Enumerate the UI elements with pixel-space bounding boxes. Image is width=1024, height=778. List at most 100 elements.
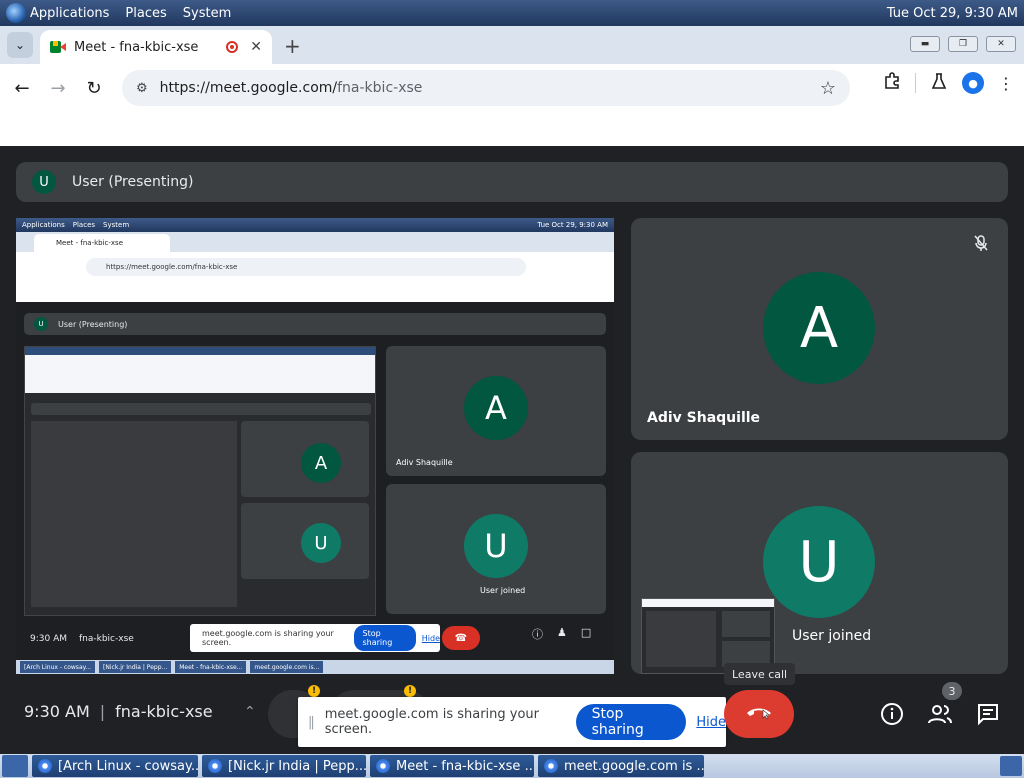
chrome-icon [38, 759, 52, 773]
window-controls: ▬ ❐ ✕ [910, 36, 1016, 52]
browser-tab-strip: ⌄ Meet - fna-kbic-xse ✕ + ▬ ❐ ✕ [0, 26, 1024, 64]
participant-name-user: User joined [792, 628, 872, 644]
shared-tile-adiv: A Adiv Shaquille [386, 346, 606, 476]
shared-info-icon: ⓘ [532, 628, 543, 641]
shared-url: https://meet.google.com/fna-kbic-xse [86, 258, 526, 276]
shared-stop-label: Stop sharing [354, 625, 416, 651]
shared-taskbar: [Arch Linux - cowsay... [Nick.jr India |… [16, 660, 614, 674]
people-icon[interactable] [926, 700, 954, 728]
shared-people-icon: ♟ [557, 626, 567, 639]
people-count-badge: 3 [942, 682, 962, 700]
recording-indicator-icon [226, 41, 239, 53]
leave-call-tooltip: Leave call [724, 663, 796, 685]
participant-name-adiv: Adiv Shaquille [647, 410, 761, 426]
shared-taskbar-item: [Arch Linux - cowsay... [20, 661, 96, 673]
presenting-bar: U User (Presenting) [16, 162, 1008, 202]
chrome-menu-kebab-icon[interactable]: ⋮ [998, 74, 1014, 93]
taskbar-item-sharing[interactable]: meet.google.com is ... [538, 755, 704, 777]
menu-applications[interactable]: Applications [30, 6, 109, 21]
shared-browser-chrome: Meet - fna-kbic-xse https://meet.google.… [16, 232, 614, 302]
chat-icon[interactable] [974, 700, 1002, 728]
url-path: fna-kbic-xse [337, 80, 423, 96]
reload-icon[interactable]: ↻ [76, 70, 112, 106]
shared-banner-text: meet.google.com is sharing your screen. [202, 629, 334, 647]
shared-avatar-a: A [464, 376, 528, 440]
nested-avatar-u: U [301, 523, 341, 563]
leave-call-button[interactable] [724, 690, 794, 738]
shared-taskbar-item: Meet - fna-kbic-xse... [175, 661, 247, 673]
nested-shared-screen: A U [24, 346, 376, 616]
show-desktop-icon[interactable] [2, 755, 28, 777]
toolbar-separator [915, 73, 916, 93]
tab-meet[interactable]: Meet - fna-kbic-xse ✕ [40, 30, 272, 64]
shared-right-controls: ⓘ ♟ □ [532, 626, 591, 642]
camera-warning-icon: ! [404, 685, 416, 697]
presenter-avatar: U [32, 170, 56, 194]
shared-tab-title: Meet - fna-kbic-xse [34, 234, 170, 252]
participant-avatar-a: A [763, 272, 875, 384]
new-tab-button[interactable]: + [284, 34, 301, 58]
tab-search-chevron-icon[interactable]: ⌄ [7, 32, 33, 58]
tab-close-icon[interactable]: ✕ [250, 39, 262, 55]
profile-avatar-icon[interactable]: ● [962, 72, 984, 94]
distro-logo-icon[interactable] [6, 3, 26, 23]
shared-name-user: User joined [480, 586, 526, 595]
details-separator: | [99, 702, 106, 721]
shared-leave-icon: ☎ [442, 626, 480, 650]
desktop-top-panel: Applications Places System Tue Oct 29, 9… [0, 0, 1024, 26]
panel-clock[interactable]: Tue Oct 29, 9:30 AM [887, 6, 1018, 21]
shared-share-banner: meet.google.com is sharing your screen. … [190, 624, 440, 652]
chrome-icon [208, 759, 222, 773]
meeting-info-icon[interactable] [878, 700, 906, 728]
shared-taskbar-item: [Nick.jr India | Pepp... [99, 661, 172, 673]
shared-screen-view[interactable]: Applications Places System Tue Oct 29, 9… [16, 218, 614, 674]
shared-hide-label: Hide [421, 633, 440, 643]
toolbar-actions: ● ⋮ [883, 72, 1014, 94]
participant-tile-user[interactable]: U User joined [631, 452, 1008, 674]
audio-settings-chevron-icon[interactable]: ⌃ [244, 704, 256, 720]
presenting-label: User (Presenting) [72, 174, 194, 190]
address-bar[interactable]: ⚙ https://meet.google.com/fna-kbic-xse ☆ [122, 70, 850, 106]
browser-toolbar: ← → ↻ ⚙ https://meet.google.com/fna-kbic… [0, 64, 1024, 112]
shared-tile-user: U User joined [386, 484, 606, 614]
labs-flask-icon[interactable] [930, 72, 948, 94]
back-arrow-icon[interactable]: ← [4, 70, 40, 106]
system-tray-icon[interactable] [1000, 756, 1022, 776]
close-window-icon[interactable]: ✕ [986, 36, 1016, 52]
menu-places[interactable]: Places [125, 6, 166, 21]
maximize-icon[interactable]: ❐ [948, 36, 978, 52]
taskbar-item-meet[interactable]: Meet - fna-kbic-xse ... [370, 755, 534, 777]
bookmark-star-icon[interactable]: ☆ [820, 78, 836, 99]
hang-up-icon [744, 702, 774, 726]
participant-tile-adiv[interactable]: A Adiv Shaquille [631, 218, 1008, 440]
shared-presenting-label: User (Presenting) [58, 319, 128, 329]
taskbar-item-nickjr[interactable]: [Nick.jr India | Pepp... [202, 755, 366, 777]
menu-system[interactable]: System [183, 6, 231, 21]
drag-handle-icon[interactable]: || [308, 715, 315, 730]
shared-clock: Tue Oct 29, 9:30 AM [537, 221, 608, 229]
meeting-details: 9:30 AM | fna-kbic-xse [24, 702, 213, 721]
taskbar-item-arch[interactable]: [Arch Linux - cowsay... [32, 755, 198, 777]
shared-chat-icon: □ [580, 626, 592, 639]
muted-mic-icon [972, 234, 990, 252]
shared-meeting-code: fna-kbic-xse [79, 634, 134, 644]
shared-taskbar-item: meet.google.com is... [250, 661, 324, 673]
meeting-code: fna-kbic-xse [115, 702, 213, 721]
shared-menu-places: Places [72, 221, 96, 229]
shared-avatar-u: U [464, 514, 528, 578]
extensions-puzzle-icon[interactable] [883, 72, 901, 94]
mic-warning-icon: ! [308, 685, 320, 697]
shared-presenter-avatar: U [34, 317, 48, 331]
nested-avatar-a: A [301, 443, 341, 483]
minimize-icon[interactable]: ▬ [910, 36, 940, 52]
url-host: https://meet.google.com/ [159, 80, 338, 96]
meeting-time: 9:30 AM [24, 702, 90, 721]
desktop-taskbar: [Arch Linux - cowsay... [Nick.jr India |… [0, 754, 1024, 778]
stop-sharing-button[interactable]: Stop sharing [575, 704, 687, 740]
hide-banner-link[interactable]: Hide [696, 715, 726, 730]
shared-menu-applications: Applications [22, 221, 65, 229]
share-banner-text: meet.google.com is sharing your screen. [324, 707, 540, 737]
forward-arrow-icon[interactable]: → [40, 70, 76, 106]
site-settings-icon[interactable]: ⚙ [136, 81, 148, 96]
shared-menu-system: System [103, 221, 130, 229]
